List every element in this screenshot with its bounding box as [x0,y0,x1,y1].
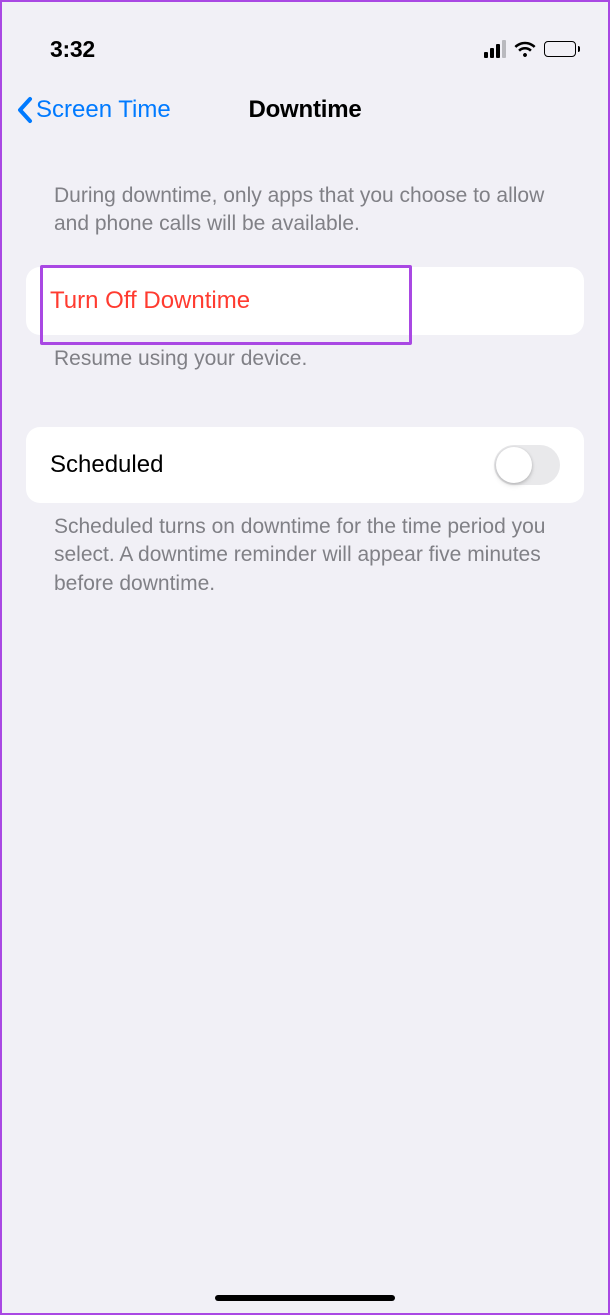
cellular-icon [484,40,506,58]
status-time: 3:32 [50,36,95,63]
intro-description: During downtime, only apps that you choo… [2,140,608,253]
scheduled-row: Scheduled [26,427,584,503]
battery-icon [544,41,580,57]
back-button[interactable]: Screen Time [2,96,171,124]
scheduled-caption: Scheduled turns on downtime for the time… [2,503,608,598]
status-icons [484,40,580,58]
wifi-icon [513,40,537,58]
screen: 3:32 Screen Time Downtime Duri [2,2,608,1313]
toggle-knob [496,447,532,483]
page-title: Downtime [248,96,361,124]
turn-off-caption: Resume using your device. [2,335,608,373]
back-label: Screen Time [36,96,171,124]
nav-bar: Screen Time Downtime [2,80,608,140]
scheduled-label: Scheduled [50,451,163,479]
chevron-left-icon [16,96,34,124]
turn-off-downtime-button[interactable]: Turn Off Downtime [26,267,584,335]
turn-off-downtime-label: Turn Off Downtime [50,287,250,315]
home-indicator[interactable] [215,1295,395,1301]
scheduled-toggle[interactable] [494,445,560,485]
status-bar: 3:32 [2,2,608,72]
